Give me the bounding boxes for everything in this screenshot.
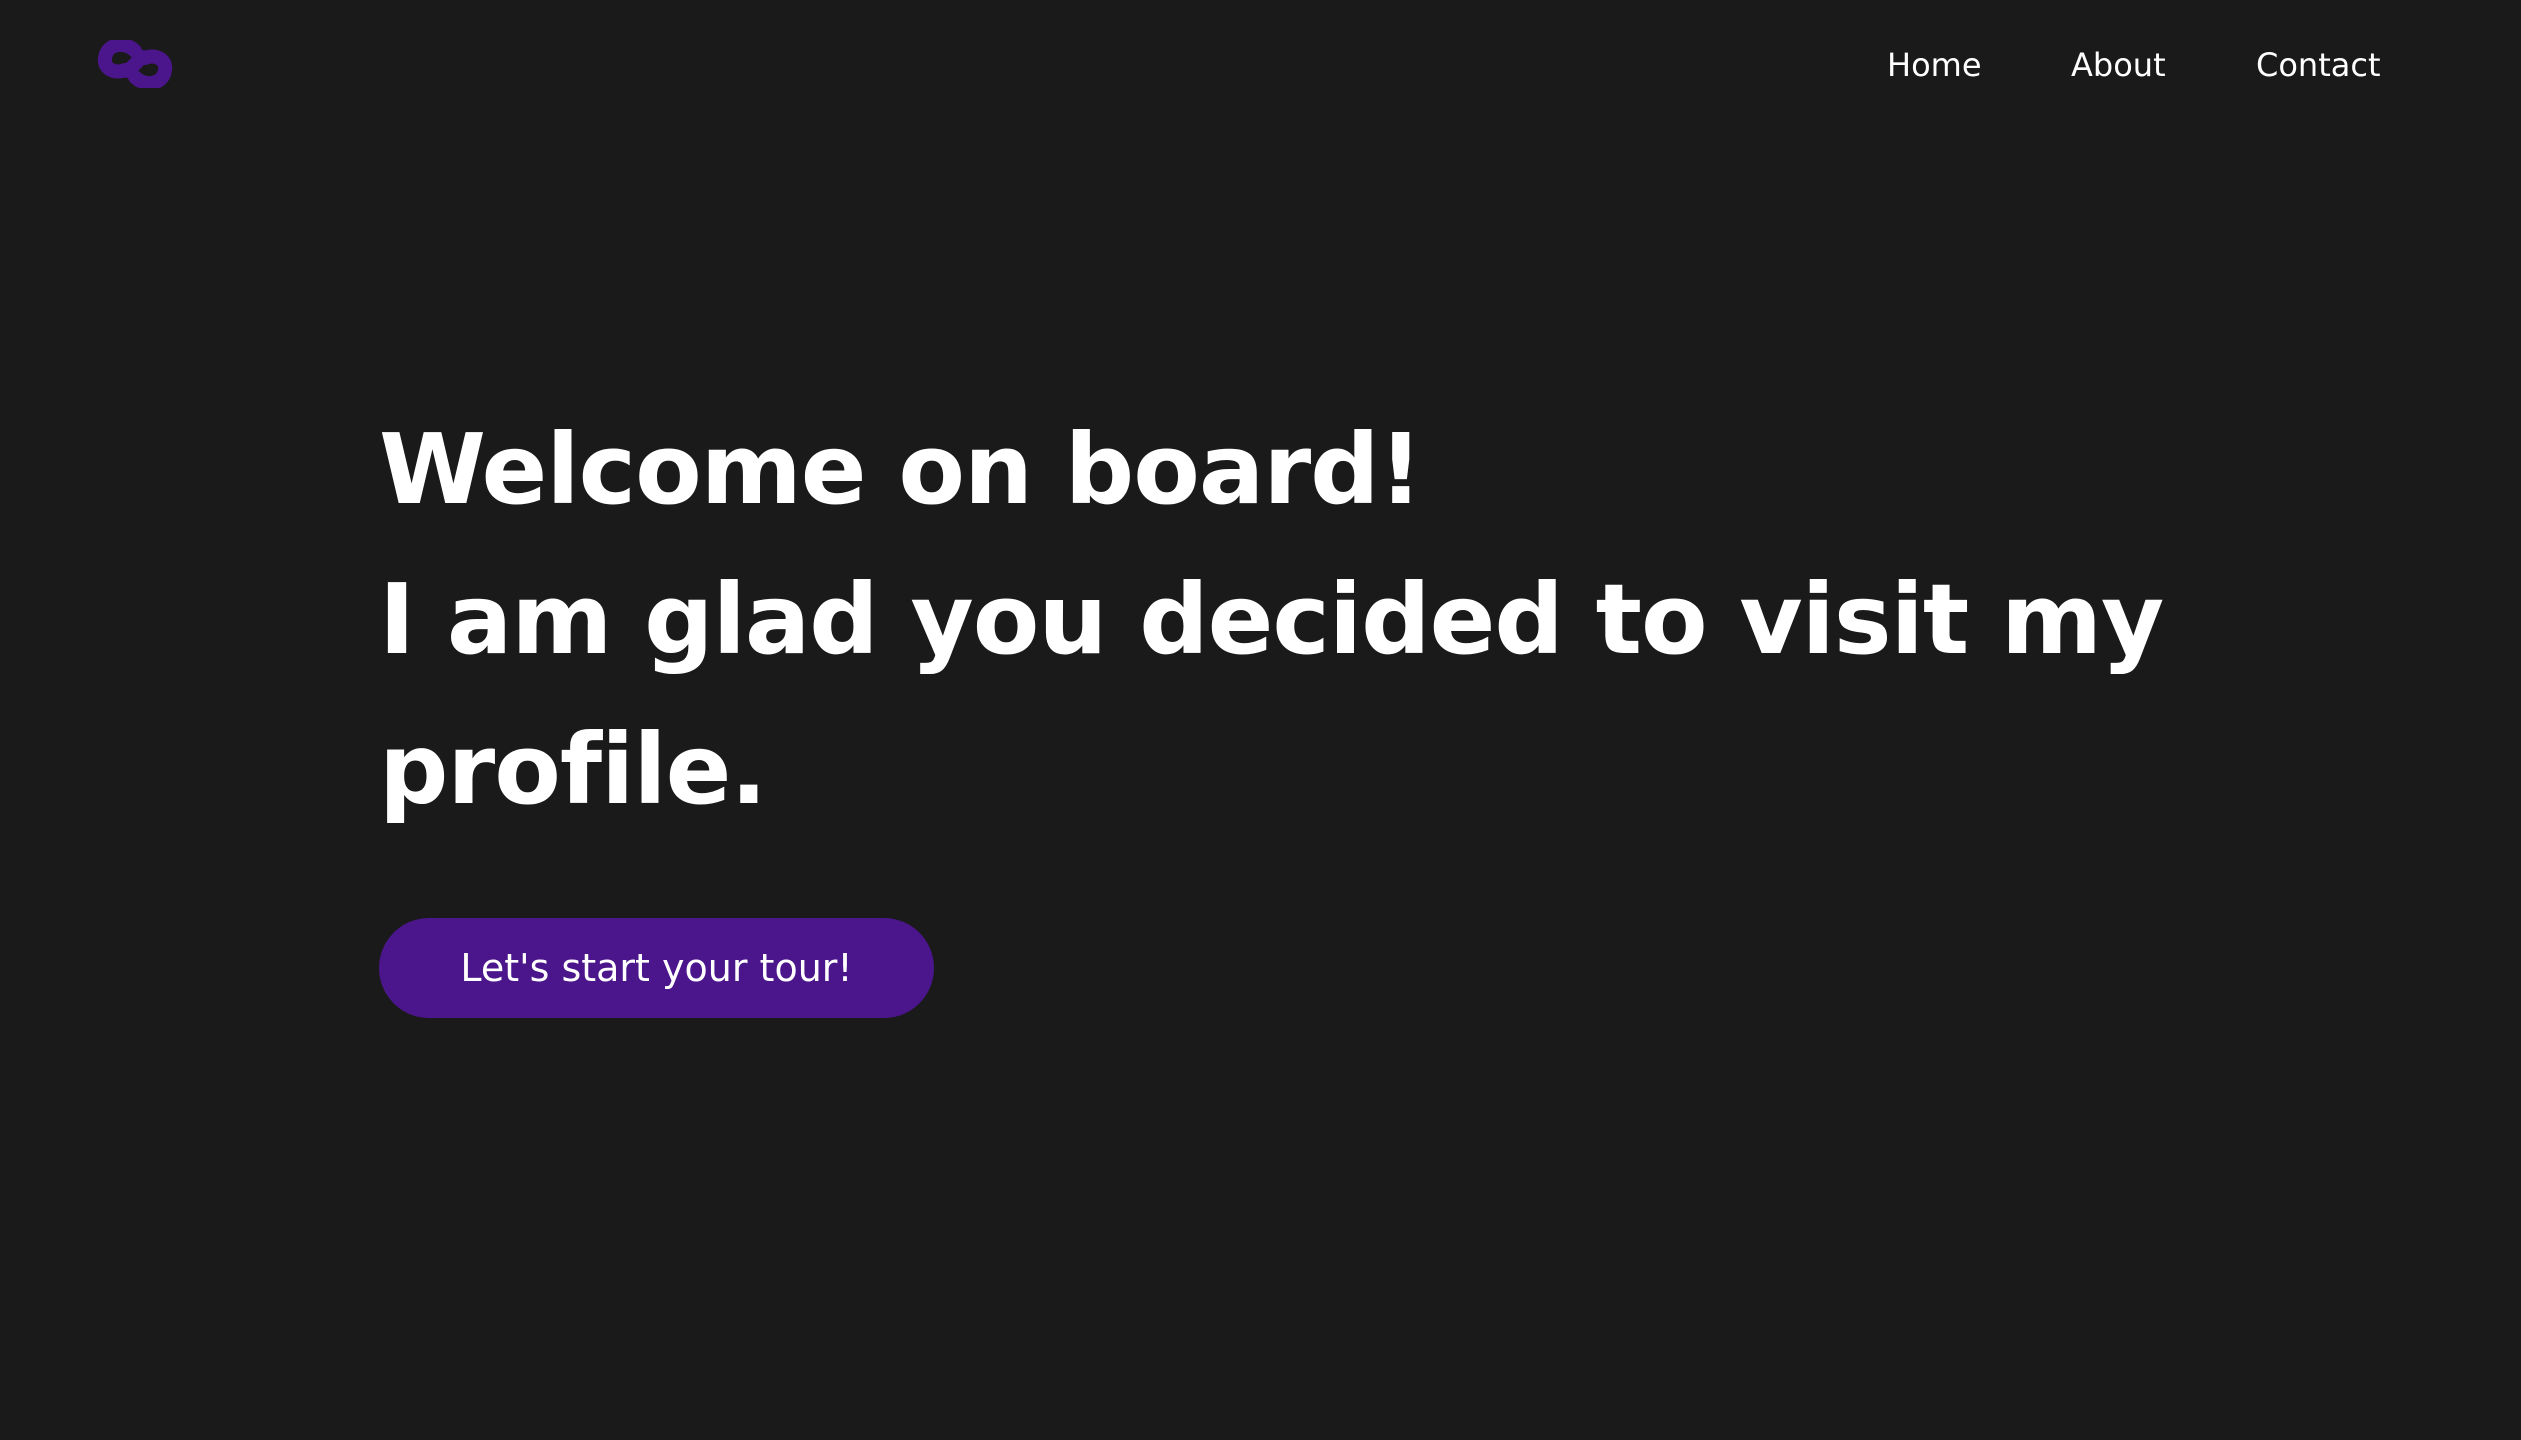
hero-line-2: I am glad you decided to visit my (379, 563, 2164, 676)
top-bar: Home About Contact (0, 0, 2521, 130)
nav-about-link[interactable]: About (2071, 40, 2166, 90)
start-tour-button[interactable]: Let's start your tour! (379, 918, 934, 1018)
hero-heading: Welcome on board! I am glad you decided … (379, 395, 2179, 845)
hero-section: Welcome on board! I am glad you decided … (379, 395, 2179, 845)
hero-line-3: profile. (379, 713, 767, 826)
hero-line-1: Welcome on board! (379, 413, 1423, 526)
nav-home-link[interactable]: Home (1887, 40, 1982, 90)
main-nav: Home About Contact (0, 40, 2521, 90)
nav-contact-link[interactable]: Contact (2256, 40, 2381, 90)
